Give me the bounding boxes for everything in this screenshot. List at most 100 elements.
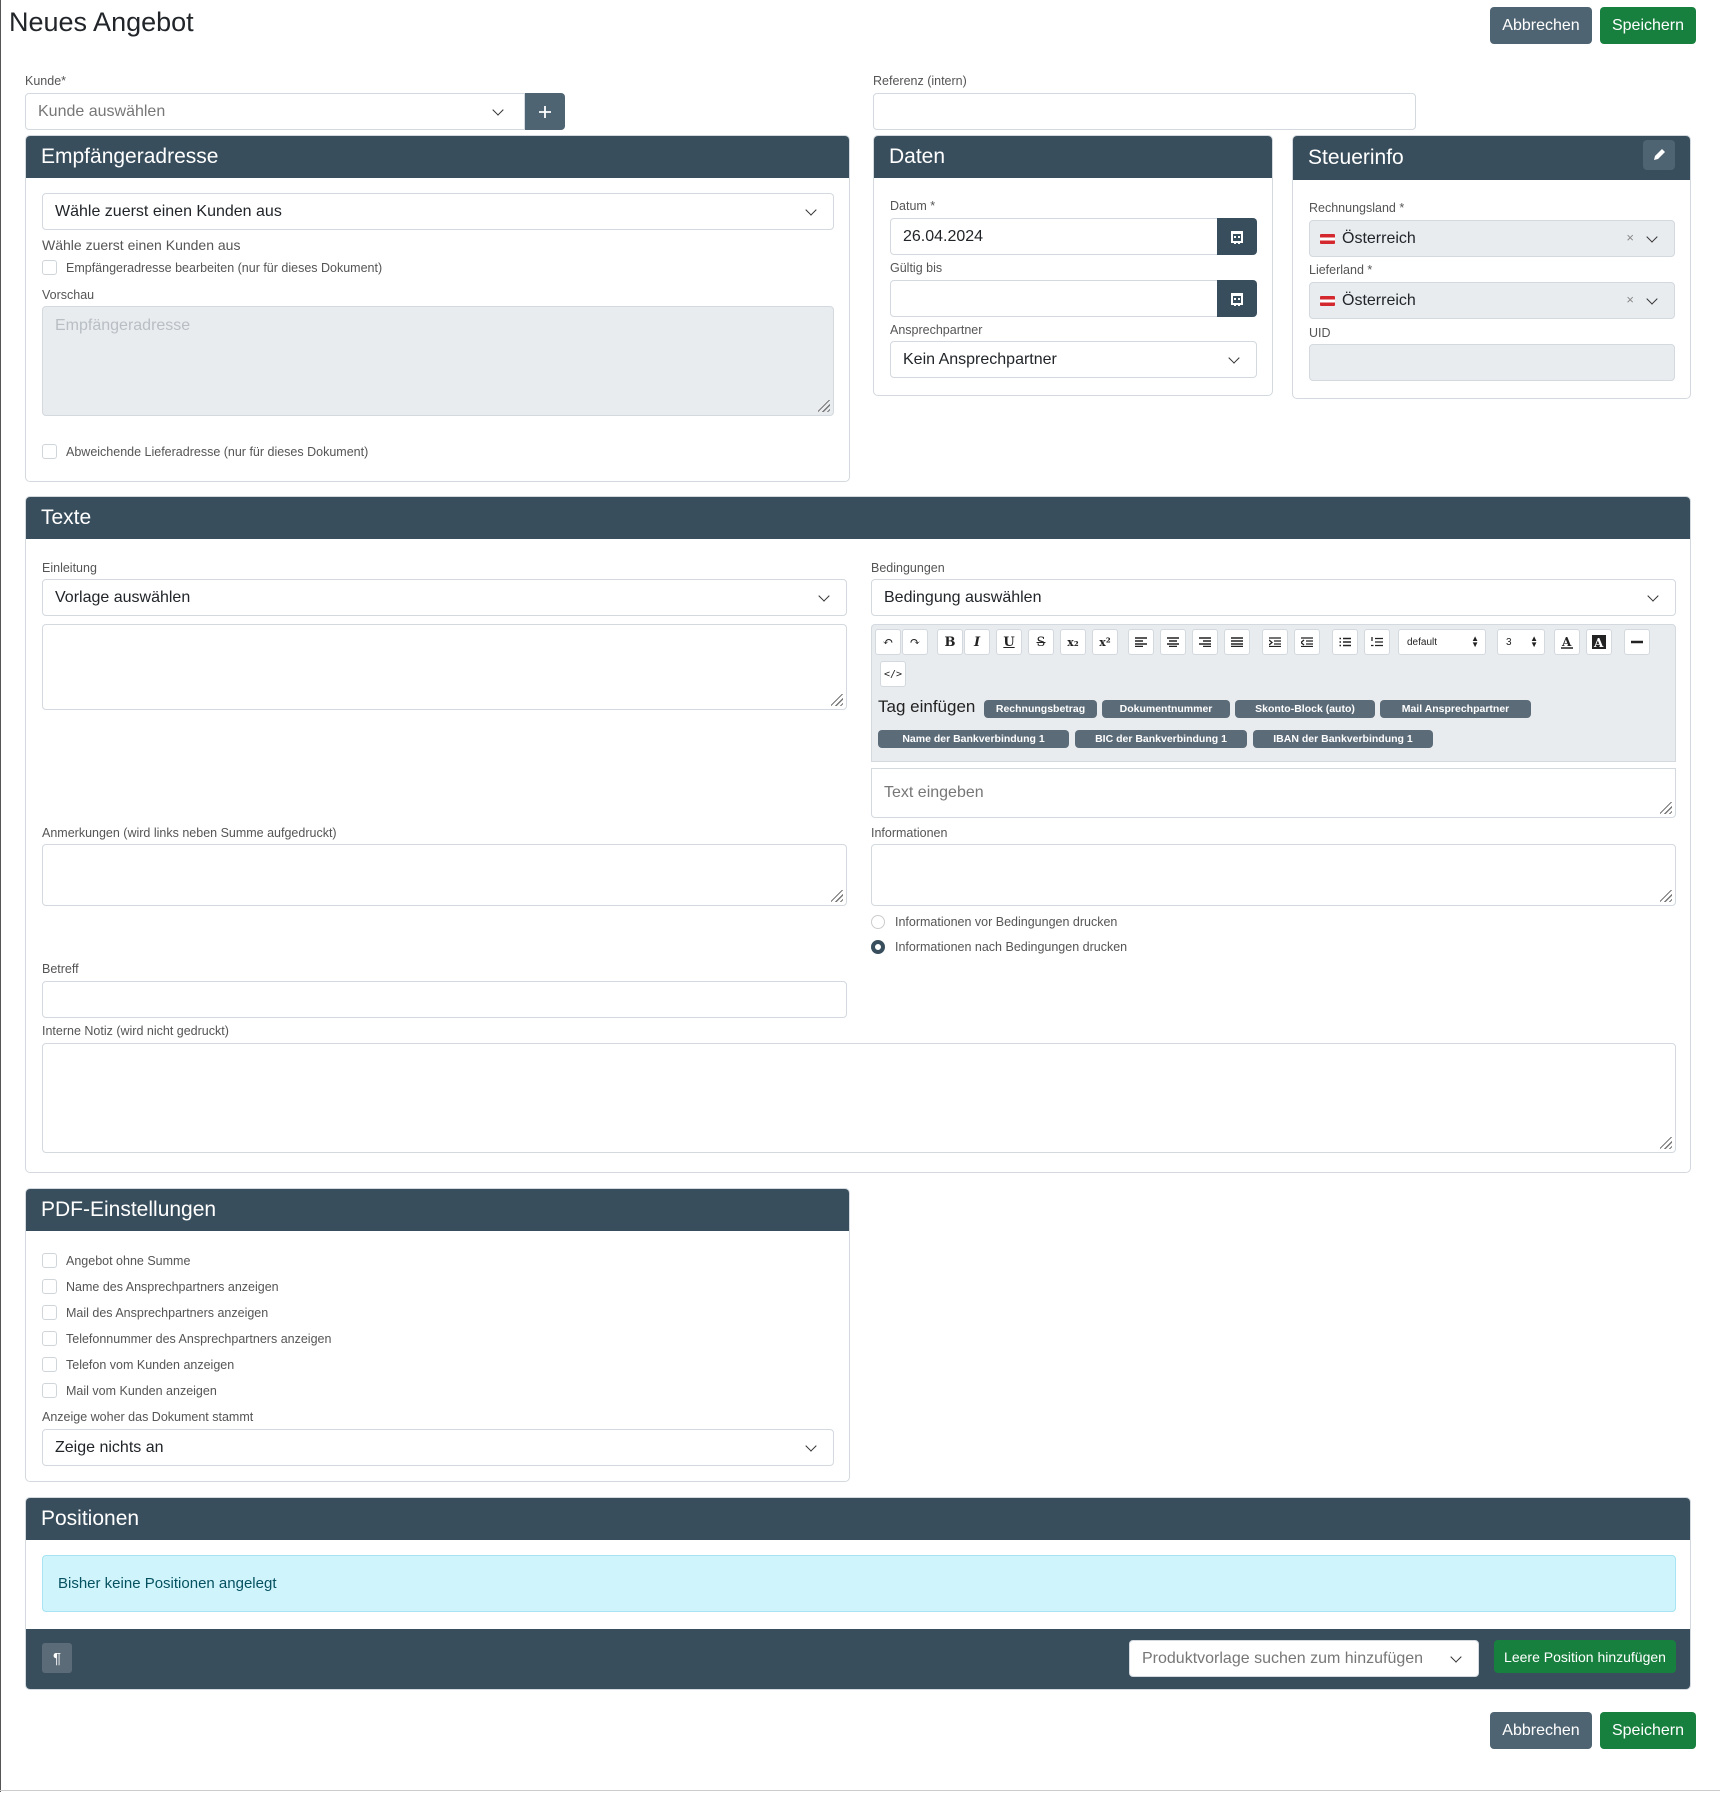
conditions-editor-placeholder: Text eingeben <box>884 784 984 801</box>
resize-handle-icon[interactable] <box>818 400 830 412</box>
underline-button[interactable]: U <box>996 629 1022 655</box>
chevron-down-icon <box>1228 352 1240 364</box>
redo-button[interactable]: ↷ <box>902 629 928 655</box>
recipient-address-card: Empfängeradresse Wähle zuerst einen Kund… <box>25 135 850 482</box>
numbered-list-button[interactable] <box>1364 629 1390 655</box>
bold-button[interactable]: B <box>937 629 963 655</box>
superscript-button[interactable]: x² <box>1092 629 1118 655</box>
option-checkbox[interactable] <box>42 1357 57 1372</box>
clear-icon[interactable]: × <box>1626 230 1634 245</box>
tag-bank-name[interactable]: Name der Bankverbindung 1 <box>878 730 1069 748</box>
align-center-button[interactable] <box>1160 629 1186 655</box>
texts-title: Texte <box>26 497 1690 539</box>
tag-contact-mail[interactable]: Mail Ansprechpartner <box>1380 700 1531 718</box>
vat-id-label: UID <box>1309 326 1331 340</box>
date-picker-button[interactable] <box>1217 218 1257 255</box>
address-preview-textarea: Empfängeradresse <box>42 306 834 416</box>
contact-person-select[interactable]: Kein Ansprechpartner <box>890 341 1257 378</box>
align-left-button[interactable] <box>1128 629 1154 655</box>
austria-flag-icon <box>1320 234 1335 244</box>
outdent-button[interactable] <box>1294 629 1320 655</box>
indent-icon <box>1269 637 1281 647</box>
horizontal-rule-button[interactable] <box>1624 629 1650 655</box>
align-center-icon <box>1167 637 1179 647</box>
conditions-editor[interactable]: Text eingeben <box>871 768 1676 818</box>
date-label: Datum * <box>890 199 936 213</box>
align-right-button[interactable] <box>1192 629 1218 655</box>
internal-note-textarea[interactable] <box>42 1043 1676 1153</box>
tag-bank-bic[interactable]: BIC der Bankverbindung 1 <box>1075 730 1247 748</box>
background-color-button[interactable]: A <box>1586 629 1612 655</box>
font-family-select[interactable]: default ▲ ▼ <box>1398 629 1486 655</box>
pilcrow-button[interactable]: ¶ <box>42 1643 72 1673</box>
indent-button[interactable] <box>1262 629 1288 655</box>
resize-handle-icon[interactable] <box>831 890 843 902</box>
option-checkbox[interactable] <box>42 1331 57 1346</box>
information-textarea[interactable] <box>871 844 1676 906</box>
save-button-bottom[interactable]: Speichern <box>1600 1712 1696 1749</box>
valid-until-input[interactable] <box>890 280 1218 317</box>
option-checkbox[interactable] <box>42 1383 57 1398</box>
billing-country-select[interactable]: Österreich × <box>1309 220 1675 257</box>
radio-info-after[interactable] <box>871 940 885 954</box>
option-label: Angebot ohne Summe <box>66 1254 191 1268</box>
subject-input[interactable] <box>42 981 847 1018</box>
date-input[interactable]: 26.04.2024 <box>890 218 1218 255</box>
italic-button[interactable]: I <box>964 629 990 655</box>
date-value: 26.04.2024 <box>903 227 984 245</box>
intro-textarea[interactable] <box>42 624 847 710</box>
outdent-icon <box>1301 637 1313 647</box>
font-size-select[interactable]: 3 ▲ ▼ <box>1497 629 1545 655</box>
billing-country-value: Österreich <box>1342 229 1416 247</box>
intro-template-select[interactable]: Vorlage auswählen <box>42 579 847 616</box>
option-checkbox[interactable] <box>42 1253 57 1268</box>
alt-delivery-checkbox[interactable] <box>42 444 57 459</box>
chevron-down-icon <box>818 590 830 602</box>
no-positions-alert: Bisher keine Positionen angelegt <box>42 1555 1676 1612</box>
tag-invoice-amount[interactable]: Rechnungsbetrag <box>984 700 1097 718</box>
delivery-country-select[interactable]: Österreich × <box>1309 282 1675 319</box>
font-size-value: 3 <box>1506 636 1512 648</box>
recipient-address-select[interactable]: Wähle zuerst einen Kunden aus <box>42 193 834 230</box>
code-view-button[interactable]: </> <box>880 661 906 687</box>
tag-discount-block[interactable]: Skonto-Block (auto) <box>1235 700 1375 718</box>
add-customer-button[interactable] <box>525 93 565 130</box>
document-origin-select[interactable]: Zeige nichts an <box>42 1429 834 1466</box>
edit-tax-info-button[interactable] <box>1643 140 1675 170</box>
resize-handle-icon[interactable] <box>831 694 843 706</box>
text-color-button[interactable]: A <box>1554 629 1580 655</box>
undo-button[interactable]: ↶ <box>875 629 901 655</box>
strikethrough-button[interactable]: S <box>1028 629 1054 655</box>
tag-document-number[interactable]: Dokumentnummer <box>1102 700 1230 718</box>
option-checkbox[interactable] <box>42 1279 57 1294</box>
add-empty-position-button[interactable]: Leere Position hinzufügen <box>1494 1640 1676 1673</box>
product-template-search[interactable]: Produktvorlage suchen zum hinzufügen <box>1129 1640 1479 1677</box>
tag-bank-iban[interactable]: IBAN der Bankverbindung 1 <box>1253 730 1433 748</box>
conditions-label: Bedingungen <box>871 561 945 575</box>
save-button-top[interactable]: Speichern <box>1600 7 1696 44</box>
option-checkbox[interactable] <box>42 1305 57 1320</box>
cancel-button-top[interactable]: Abbrechen <box>1490 7 1592 44</box>
customer-select[interactable]: Kunde auswählen <box>25 93 525 130</box>
clear-icon[interactable]: × <box>1626 292 1634 307</box>
resize-handle-icon[interactable] <box>1660 1137 1672 1149</box>
subscript-button[interactable]: x₂ <box>1060 629 1086 655</box>
remarks-textarea[interactable] <box>42 844 847 906</box>
chevron-down-icon <box>805 1440 817 1452</box>
resize-handle-icon[interactable] <box>1660 802 1672 814</box>
edit-address-checkbox[interactable] <box>42 260 57 275</box>
resize-handle-icon[interactable] <box>1660 890 1672 902</box>
tax-info-title: Steuerinfo <box>1293 136 1690 180</box>
conditions-select[interactable]: Bedingung auswählen <box>871 579 1676 616</box>
recipient-address-title: Empfängeradresse <box>26 136 849 178</box>
austria-flag-icon <box>1320 296 1335 306</box>
valid-until-picker-button[interactable] <box>1217 280 1257 317</box>
radio-info-before[interactable] <box>871 915 885 929</box>
justify-button[interactable] <box>1224 629 1250 655</box>
cancel-button-bottom[interactable]: Abbrechen <box>1490 1712 1592 1749</box>
option-label: Mail des Ansprechpartners anzeigen <box>66 1306 269 1320</box>
subject-label: Betreff <box>42 962 79 976</box>
reference-input[interactable] <box>873 93 1416 130</box>
bullet-list-button[interactable] <box>1332 629 1358 655</box>
radio-info-before-label: Informationen vor Bedingungen drucken <box>895 915 1118 929</box>
